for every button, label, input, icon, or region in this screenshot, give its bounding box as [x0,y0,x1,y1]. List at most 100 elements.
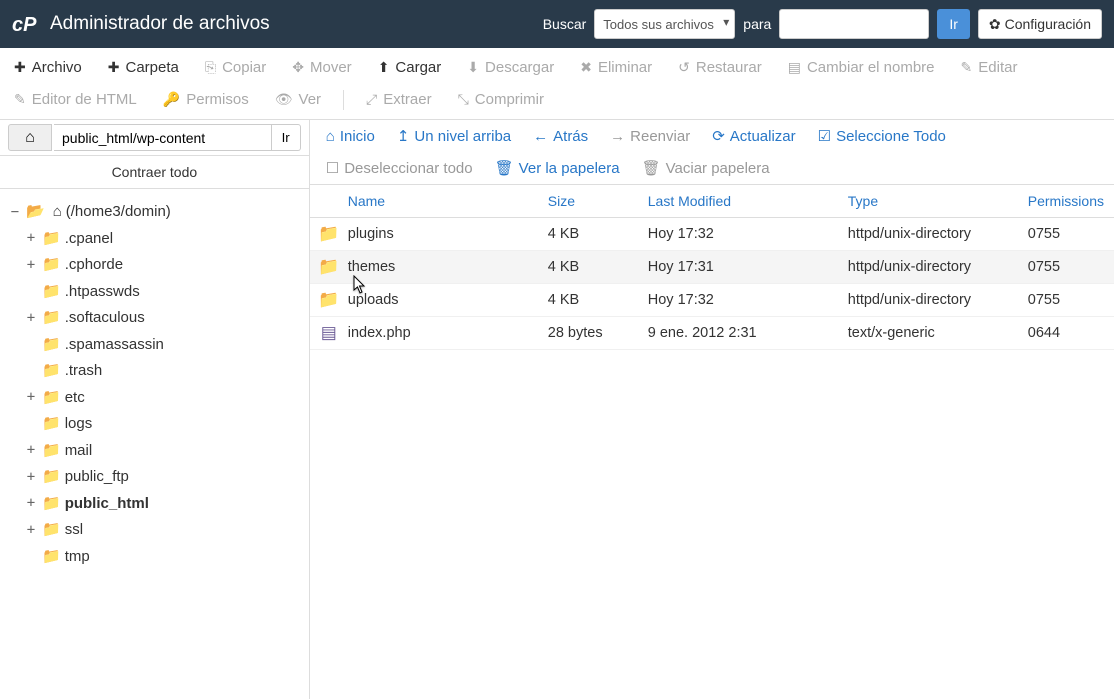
edit-button[interactable]: ✎Editar [957,53,1022,82]
search-scope-select[interactable]: Todos sus archivos [594,9,735,39]
folder-button[interactable]: ✚Carpeta [104,53,183,82]
file-type: httpd/unix-directory [848,292,1028,308]
col-type[interactable]: Type [848,193,1028,209]
restore-button[interactable]: ↺Restaurar [674,53,766,82]
tree-label: .spamassassin [65,334,164,357]
tree-node[interactable]: +📁tmp [24,544,301,571]
folder-icon: 📁 [42,334,61,357]
file-row[interactable]: 📁themes4 KBHoy 17:31httpd/unix-directory… [310,251,1114,284]
copy-button[interactable]: ⎘Copiar [201,53,270,82]
tree-node[interactable]: +📁public_ftp [24,464,301,491]
upload-button[interactable]: ⬆Cargar [374,53,446,82]
folder-icon: 📁 [310,290,348,310]
expand-icon[interactable]: + [24,387,38,408]
deselect-all-button[interactable]: ☐Deseleccionar todo [326,159,473,177]
folder-icon: 📁 [310,224,348,244]
view-trash-button[interactable]: 🗑Ver la papelera [495,159,620,177]
tree-label: .trash [65,360,103,383]
copy-icon: ⎘ [205,59,216,76]
plus-icon: ✚ [108,59,120,76]
expand-icon[interactable]: + [24,467,38,488]
tree-root[interactable]: − 📂 ⌂ (/home3/domin) [8,199,301,226]
content: ⌂Inicio ↥Un nivel arriba ←Atrás →Reenvia… [310,120,1114,699]
sidebar: ⌂ Ir Contraer todo − 📂 ⌂ (/home3/domin) … [0,120,310,699]
path-input[interactable] [54,124,272,151]
move-button[interactable]: ✥Mover [288,53,355,82]
tree-node[interactable]: +📁.cphorde [24,252,301,279]
expand-icon[interactable]: + [24,493,38,514]
expand-icon[interactable]: + [24,255,38,276]
tree-node[interactable]: +📁logs [24,411,301,438]
folder-icon: 📁 [42,281,61,304]
html-editor-icon: ✎ [14,91,26,108]
tree-node[interactable]: +📁mail [24,438,301,465]
search-go-button[interactable]: Ir [937,9,970,39]
right-arrow-icon: → [610,128,625,145]
file-name: index.php [348,325,548,341]
compress-button[interactable]: ⤡Comprimir [454,85,548,114]
select-all-button[interactable]: ☑Seleccione Todo [818,127,946,145]
compress-icon: ⤡ [458,91,469,108]
search-input[interactable] [779,9,929,39]
tree-node[interactable]: +📁ssl [24,517,301,544]
tree-node[interactable]: +📁etc [24,385,301,412]
rename-button[interactable]: ▤Cambiar el nombre [784,53,939,82]
tree-node[interactable]: +📁public_html [24,491,301,518]
tree-node[interactable]: +📁.spamassassin [24,332,301,359]
extract-button[interactable]: ⤢Extraer [362,85,436,114]
tree-label: ssl [65,519,83,542]
download-button[interactable]: ⬇Descargar [463,53,558,82]
html-editor-button[interactable]: ✎Editor de HTML [10,85,141,114]
folder-tree: − 📂 ⌂ (/home3/domin) +📁.cpanel+📁.cphorde… [0,189,309,699]
col-name[interactable]: Name [348,193,548,209]
expand-icon[interactable]: + [24,228,38,249]
forward-button[interactable]: →Reenviar [610,128,690,145]
home-icon: ⌂ [25,129,35,147]
delete-button[interactable]: ✖Eliminar [576,53,656,82]
tree-node[interactable]: +📁.trash [24,358,301,385]
file-name: uploads [348,292,548,308]
expand-icon[interactable]: + [24,308,38,329]
file-button[interactable]: ✚Archivo [10,53,86,82]
folder-icon: 📁 [42,413,61,436]
file-row[interactable]: 📁uploads4 KBHoy 17:32httpd/unix-director… [310,284,1114,317]
path-home-button[interactable]: ⌂ [8,124,52,151]
tree-root-label: (/home3/domin) [66,201,171,224]
file-size: 4 KB [548,292,648,308]
tree-label: .cpanel [65,228,113,251]
up-level-button[interactable]: ↥Un nivel arriba [397,127,511,145]
empty-trash-button[interactable]: 🗑Vaciar papelera [642,159,770,177]
back-button[interactable]: ←Atrás [533,128,588,145]
tree-label: tmp [65,546,90,569]
expand-icon[interactable]: + [24,440,38,461]
uncheck-icon: ☐ [326,159,339,177]
col-modified[interactable]: Last Modified [648,193,848,209]
tree-node[interactable]: +📁.softaculous [24,305,301,332]
svg-text:cP: cP [12,14,37,36]
tree-label: etc [65,387,85,410]
tree-label: public_ftp [65,466,129,489]
home-button[interactable]: ⌂Inicio [326,128,375,145]
expand-icon[interactable]: + [24,520,38,541]
file-row[interactable]: 📁plugins4 KBHoy 17:32httpd/unix-director… [310,218,1114,251]
col-permissions[interactable]: Permissions [1028,193,1114,209]
table-header: Name Size Last Modified Type Permissions [310,185,1114,218]
edit-icon: ✎ [961,59,973,76]
main: ⌂ Ir Contraer todo − 📂 ⌂ (/home3/domin) … [0,120,1114,699]
folder-icon: 📁 [42,387,61,410]
col-size[interactable]: Size [548,193,648,209]
collapse-icon[interactable]: − [8,202,22,223]
tree-node[interactable]: +📁.htpasswds [24,279,301,306]
permissions-button[interactable]: 🔑Permisos [159,85,253,114]
folder-icon: 📁 [42,466,61,489]
tree-node[interactable]: +📁.cpanel [24,226,301,253]
reload-button[interactable]: ⟳Actualizar [712,127,795,145]
file-row[interactable]: ▤index.php28 bytes9 ene. 2012 2:31text/x… [310,317,1114,350]
folder-icon: 📁 [310,257,348,277]
config-button[interactable]: ✿ Configuración [978,9,1102,39]
search-label: Buscar [543,16,587,32]
tree-label: .cphorde [65,254,123,277]
path-go-button[interactable]: Ir [272,124,301,151]
view-button[interactable]: 👁Ver [271,85,325,114]
collapse-all-button[interactable]: Contraer todo [0,156,309,189]
